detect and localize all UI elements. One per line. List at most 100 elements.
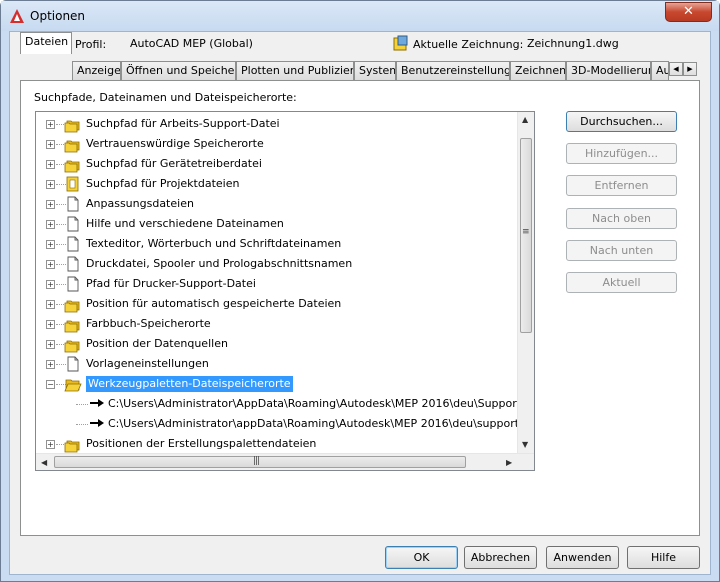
tree-item[interactable]: + Hilfe und verschiedene Dateinamen (36, 214, 522, 234)
tree-item-label: Position der Datenquellen (86, 337, 228, 350)
tree-item[interactable]: + Farbbuch-Speicherorte (36, 314, 522, 334)
expand-icon[interactable]: + (46, 240, 55, 249)
drawing-icon (393, 35, 408, 51)
tree-item[interactable]: + Position der Datenquellen (36, 334, 522, 354)
tree-path-item[interactable]: C:\Users\Administrator\AppData\Roaming\A… (36, 394, 534, 414)
tree-item[interactable]: + Vertrauenswürdige Speicherorte (36, 134, 522, 154)
tree-item-label: Texteditor, Wörterbuch und Schriftdatein… (86, 237, 342, 250)
tab-label: Benutzereinstellungen (401, 64, 509, 77)
tree-item[interactable]: + Suchpfad für Arbeits-Support-Datei (36, 114, 522, 134)
expand-icon[interactable]: + (46, 220, 55, 229)
tab-oeffnen-speichern[interactable]: Öffnen und Speichern (121, 61, 236, 80)
expand-icon[interactable]: + (46, 360, 55, 369)
tab-label: System (359, 64, 396, 77)
expand-icon[interactable]: + (46, 320, 55, 329)
tab-auswahl[interactable]: Auswahl (651, 61, 669, 80)
tab-label: Auswahl (656, 64, 668, 77)
hinzufuegen-button[interactable]: Hinzufügen... (566, 143, 677, 164)
tab-benutzereinstellungen[interactable]: Benutzereinstellungen (396, 61, 510, 80)
expand-icon[interactable]: + (46, 280, 55, 289)
durchsuchen-button[interactable]: Durchsuchen... (566, 111, 677, 132)
expand-icon[interactable]: + (46, 180, 55, 189)
section-label: Suchpfade, Dateinamen und Dateispeichero… (34, 91, 297, 104)
autocad-logo-icon (10, 9, 24, 23)
horizontal-scroll-thumb[interactable]: ||| (54, 456, 466, 468)
expand-icon[interactable]: + (46, 160, 55, 169)
tab-label: Zeichnen (515, 64, 566, 77)
scroll-down-icon[interactable]: ▼ (522, 440, 528, 449)
tab-dateien[interactable]: Dateien (20, 32, 72, 54)
nach-oben-button[interactable]: Nach oben (566, 208, 677, 229)
tree-item[interactable]: + Positionen der Erstellungspalettendatei… (36, 434, 522, 454)
ok-button[interactable]: OK (385, 546, 458, 569)
drawing-value: Zeichnung1.dwg (527, 37, 619, 50)
tab-label: Öffnen und Speichern (126, 64, 236, 77)
folder-stack-icon (64, 315, 82, 333)
tree-path-label: C:\Users\Administrator\AppData\Roaming\A… (108, 397, 535, 410)
tree-item-label: Druckdatei, Spooler und Prologabschnitts… (86, 257, 353, 270)
scroll-up-icon[interactable]: ▲ (522, 115, 528, 124)
help-button[interactable]: Hilfe (627, 546, 700, 569)
document-icon (64, 195, 82, 213)
cancel-button[interactable]: Abbrechen (464, 546, 537, 569)
folder-open-icon (64, 375, 82, 393)
path-arrow-icon (90, 418, 104, 428)
expand-icon[interactable]: + (46, 140, 55, 149)
document-icon (64, 275, 82, 293)
tree-vertical-scrollbar[interactable]: ▲ ≡ ▼ (517, 112, 534, 453)
expand-icon[interactable]: + (46, 340, 55, 349)
tab-system[interactable]: System (354, 61, 396, 80)
document-icon (64, 255, 82, 273)
expand-icon[interactable]: + (46, 200, 55, 209)
tree-item[interactable]: + Texteditor, Wörterbuch und Schriftdatei… (36, 234, 522, 254)
folder-stack-icon (64, 115, 82, 133)
tree-item-label: Farbbuch-Speicherorte (86, 317, 211, 330)
tab-label: Dateien (25, 35, 69, 48)
tree-item[interactable]: + Suchpfad für Projektdateien (36, 174, 522, 194)
document-icon (64, 235, 82, 253)
aktuell-button[interactable]: Aktuell (566, 272, 677, 293)
tab-scroll-right-button[interactable]: ▶ (683, 62, 697, 76)
scroll-left-icon[interactable]: ◀ (41, 458, 47, 467)
tree-item[interactable]: + Suchpfad für Gerätetreiberdatei (36, 154, 522, 174)
tree-item-label: Vorlageneinstellungen (86, 357, 209, 370)
tree-item[interactable]: − Werkzeugpaletten-Dateispeicherorte (36, 374, 522, 394)
tab-plotten-publizieren[interactable]: Plotten und Publizieren (236, 61, 354, 80)
folder-stack-icon (64, 435, 82, 453)
tab-panel-dateien: Suchpfade, Dateinamen und Dateispeichero… (20, 80, 700, 536)
options-dialog: Optionen ✕ Aktuelles Profil: AutoCAD MEP… (0, 0, 720, 582)
tree-item[interactable]: + Pfad für Drucker-Support-Datei (36, 274, 522, 294)
tree-path-label: C:\Users\Administrator\appData\Roaming\A… (108, 417, 535, 430)
entfernen-button[interactable]: Entfernen (566, 175, 677, 196)
document-icon (64, 215, 82, 233)
tree-item[interactable]: + Anpassungsdateien (36, 194, 522, 214)
tree-item[interactable]: + Vorlageneinstellungen (36, 354, 522, 374)
tree-horizontal-scrollbar[interactable]: ◀ ||| ▶ (36, 453, 534, 470)
tab-zeichnen[interactable]: Zeichnen (510, 61, 566, 80)
title-bar[interactable]: Optionen ✕ (1, 1, 719, 31)
tree-item[interactable]: + Druckdatei, Spooler und Prologabschnitt… (36, 254, 522, 274)
tab-anzeige[interactable]: Anzeige (72, 61, 121, 80)
folder-stack-icon (64, 135, 82, 153)
apply-button[interactable]: Anwenden (546, 546, 619, 569)
expand-icon[interactable]: + (46, 260, 55, 269)
tab-3d-modellierung[interactable]: 3D-Modellierung (566, 61, 651, 80)
file-path-tree[interactable]: + Suchpfad für Arbeits-Support-Datei + Vert… (35, 111, 535, 471)
expand-icon[interactable]: + (46, 120, 55, 129)
tree-connector (76, 404, 88, 405)
expand-icon[interactable]: + (46, 300, 55, 309)
vertical-scroll-thumb[interactable]: ≡ (520, 138, 532, 333)
collapse-icon[interactable]: − (46, 380, 55, 389)
tree-item[interactable]: + Position für automatisch gespeicherte D… (36, 294, 522, 314)
tree-item-label: Werkzeugpaletten-Dateispeicherorte (86, 376, 293, 392)
scroll-right-icon[interactable]: ▶ (506, 458, 512, 467)
folder-stack-icon (64, 155, 82, 173)
tree-item-label: Hilfe und verschiedene Dateinamen (86, 217, 284, 230)
nach-unten-button[interactable]: Nach unten (566, 240, 677, 261)
tree-item-label: Anpassungsdateien (86, 197, 194, 210)
tree-path-item[interactable]: C:\Users\Administrator\appData\Roaming\A… (36, 414, 534, 434)
close-button[interactable]: ✕ (665, 2, 712, 22)
expand-icon[interactable]: + (46, 440, 55, 449)
tree-item-label: Position für automatisch gespeicherte Da… (86, 297, 342, 310)
tab-scroll-left-button[interactable]: ◀ (669, 62, 683, 76)
